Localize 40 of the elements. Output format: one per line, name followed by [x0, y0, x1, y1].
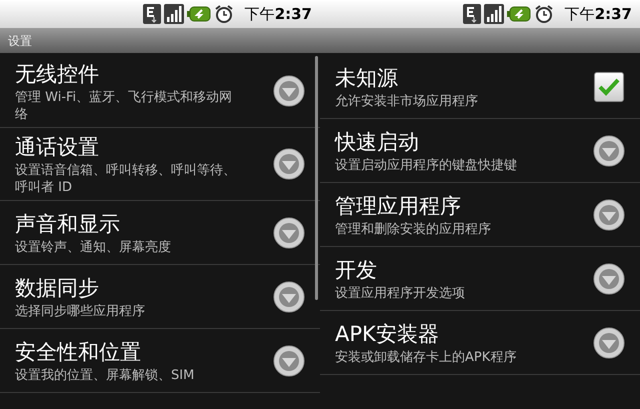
item-summary: 允许安装非市场应用程序: [335, 93, 479, 110]
signal-icon: [484, 4, 504, 24]
item-summary: 管理 Wi-Fi、蓝牙、飞行模式和移动网络: [15, 89, 234, 123]
settings-item[interactable]: 未知源 允许安装非市场应用程序: [320, 55, 640, 119]
item-summary: 设置铃声、通知、屏幕亮度: [15, 239, 172, 256]
item-title: 通话设置: [15, 134, 100, 161]
status-time: 下午2:37: [244, 4, 312, 25]
checkbox[interactable]: [594, 72, 624, 102]
check-icon: [598, 76, 620, 96]
item-title: APK安装器: [335, 321, 440, 348]
item-summary: 管理和删除安装的应用程序: [335, 221, 492, 238]
alarm-clock-icon: [214, 4, 234, 24]
item-title: 安全性和位置: [15, 339, 142, 366]
item-title: 数据同步: [15, 275, 100, 302]
item-summary: 选择同步哪些应用程序: [15, 303, 146, 320]
alarm-clock-icon: [534, 4, 554, 24]
screen-title: 设置: [8, 32, 32, 50]
item-summary: 设置应用程序开发选项: [335, 285, 466, 302]
network-e-icon: [462, 4, 481, 24]
battery-charging-icon: [186, 6, 211, 22]
item-summary: 设置语音信箱、呼叫转移、呼叫等待、呼叫者 ID: [15, 162, 237, 196]
settings-item[interactable]: 快速启动 设置启动应用程序的键盘快捷键: [320, 119, 640, 183]
item-summary: 安装或卸载储存卡上的APK程序: [335, 349, 518, 366]
settings-item[interactable]: 安全性和位置 设置我的位置、屏幕解锁、SIM: [0, 329, 320, 393]
item-summary: 设置启动应用程序的键盘快捷键: [335, 157, 518, 174]
battery-charging-icon: [506, 6, 531, 22]
settings-item[interactable]: 开发 设置应用程序开发选项: [320, 247, 640, 311]
network-e-icon: [142, 4, 161, 24]
item-title: 开发: [335, 257, 378, 284]
settings-item[interactable]: 管理应用程序 管理和删除安装的应用程序: [320, 183, 640, 247]
item-title: 管理应用程序: [335, 193, 462, 220]
status-time: 下午2:37: [564, 4, 632, 25]
signal-icon: [164, 4, 184, 24]
item-title: 未知源: [335, 65, 399, 92]
settings-item[interactable]: APK安装器 安装或卸载储存卡上的APK程序: [320, 311, 640, 375]
scrollbar[interactable]: [315, 56, 318, 300]
item-title: 声音和显示: [15, 211, 121, 238]
item-title: 无线控件: [15, 61, 100, 88]
item-title: 快速启动: [335, 129, 420, 156]
item-summary: 设置我的位置、屏幕解锁、SIM: [15, 367, 196, 384]
